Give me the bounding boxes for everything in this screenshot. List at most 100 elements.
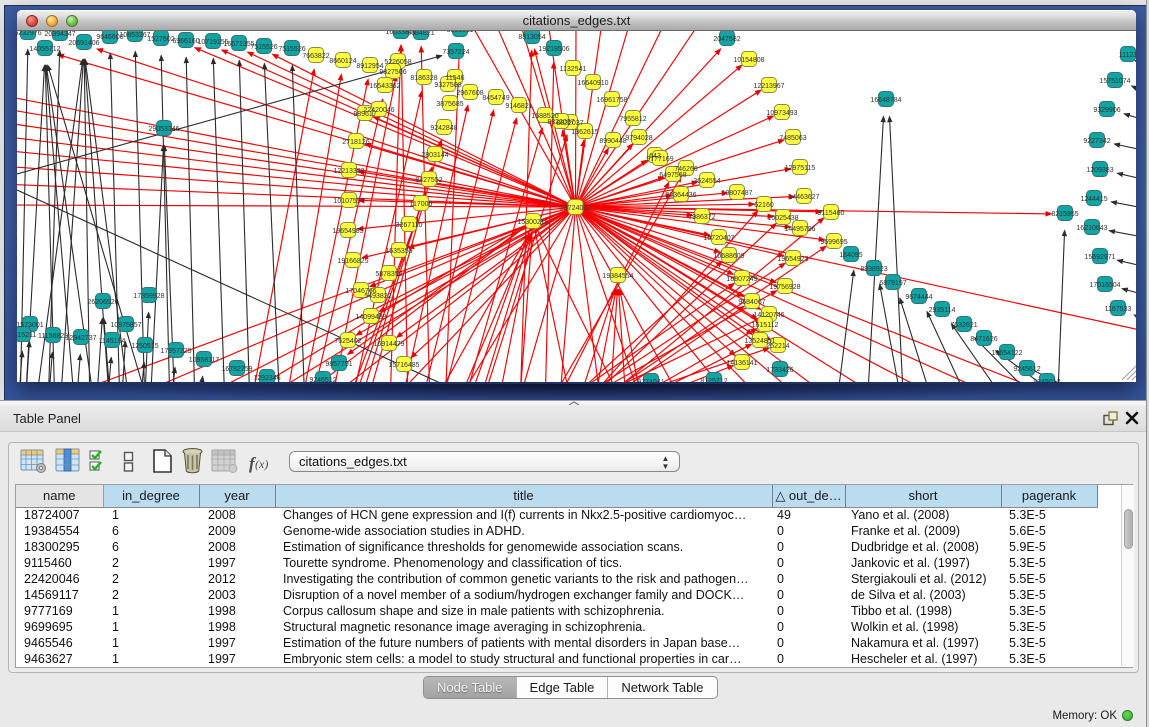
- svg-text:10853267: 10853267: [119, 32, 150, 39]
- svg-text:2047682: 2047682: [713, 36, 740, 43]
- svg-text:1250515: 1250515: [131, 343, 158, 350]
- svg-text:9245012: 9245012: [1033, 379, 1060, 382]
- svg-text:10807487: 10807487: [721, 190, 752, 197]
- svg-text:8938923: 8938923: [860, 266, 887, 273]
- svg-text:9794028: 9794028: [625, 135, 652, 142]
- svg-text:5493822: 5493822: [364, 293, 391, 300]
- svg-text:8660124: 8660124: [329, 58, 356, 65]
- svg-text:1167533: 1167533: [1105, 306, 1132, 313]
- svg-text:7485063: 7485063: [779, 135, 806, 142]
- svg-text:2718126: 2718126: [342, 139, 369, 146]
- svg-text:3624554: 3624554: [693, 178, 720, 185]
- svg-text:12213383: 12213383: [333, 168, 364, 175]
- svg-text:8125712: 8125712: [700, 378, 727, 382]
- svg-text:7515526: 7515526: [278, 46, 305, 53]
- svg-text:14120746: 14120746: [753, 312, 784, 319]
- svg-text:14463627: 14463627: [788, 194, 819, 201]
- svg-text:1615112: 1615112: [752, 322, 779, 329]
- svg-text:9857791: 9857791: [325, 361, 352, 368]
- svg-text:7986372: 7986372: [688, 214, 715, 221]
- svg-text:7515526: 7515526: [250, 44, 277, 51]
- svg-text:11156829: 11156829: [38, 333, 68, 340]
- svg-text:10025438: 10025438: [767, 215, 798, 222]
- svg-text:8454749: 8454749: [482, 95, 509, 102]
- svg-text:19384554: 19384554: [602, 273, 633, 280]
- svg-text:14099489: 14099489: [355, 314, 386, 321]
- svg-text:12213967: 12213967: [753, 83, 784, 90]
- svg-text:164095: 164095: [839, 252, 862, 259]
- svg-text:2967608: 2967608: [456, 90, 483, 97]
- svg-text:20691406: 20691406: [68, 40, 99, 47]
- svg-text:62160: 62160: [754, 202, 774, 209]
- svg-text:29053346: 29053346: [148, 126, 179, 133]
- svg-text:10688609: 10688609: [713, 253, 744, 260]
- svg-text:1535359: 1535359: [385, 248, 412, 255]
- svg-text:9245612: 9245612: [1013, 366, 1040, 373]
- svg-text:10973493: 10973493: [766, 110, 797, 117]
- svg-text:11123: 11123: [1119, 52, 1136, 59]
- svg-text:3875685: 3875685: [436, 101, 463, 108]
- svg-text:9684067: 9684067: [738, 299, 765, 306]
- svg-text:14136141: 14136141: [726, 360, 757, 367]
- svg-text:989617: 989617: [353, 111, 376, 118]
- svg-text:16543362: 16543362: [369, 83, 400, 90]
- svg-text:9327508: 9327508: [434, 82, 461, 89]
- svg-text:9115460: 9115460: [818, 210, 845, 217]
- svg-text:8990448: 8990448: [599, 138, 626, 145]
- svg-text:1733426: 1733426: [766, 367, 793, 374]
- svg-text:9227342: 9227342: [1083, 138, 1110, 145]
- svg-text:252214: 252214: [766, 343, 789, 350]
- svg-text:9146821: 9146821: [505, 103, 532, 110]
- svg-text:8881511: 8881511: [447, 31, 474, 34]
- svg-text:7663822: 7663822: [302, 53, 329, 60]
- svg-text:10975857: 10975857: [110, 322, 141, 329]
- svg-text:7357224: 7357224: [442, 49, 469, 56]
- svg-text:16210643: 16210643: [1076, 225, 1107, 232]
- svg-text:18724007: 18724007: [560, 205, 591, 212]
- svg-text:19654985: 19654985: [332, 228, 363, 235]
- svg-text:(x): (x): [255, 457, 268, 471]
- svg-text:8322037: 8322037: [547, 119, 574, 126]
- svg-text:15716485: 15716485: [388, 362, 419, 369]
- svg-text:1145194: 1145194: [99, 338, 126, 345]
- svg-text:10654122: 10654122: [991, 350, 1022, 357]
- svg-text:6966160: 6966160: [172, 38, 199, 45]
- svg-text:8813054: 8813054: [518, 34, 545, 41]
- svg-text:10107554: 10107554: [333, 198, 364, 205]
- svg-text:9634821: 9634821: [407, 31, 434, 37]
- svg-text:6497568: 6497568: [659, 172, 686, 179]
- svg-text:9699695: 9699695: [820, 239, 847, 246]
- svg-text:19756928: 19756928: [769, 284, 800, 291]
- svg-text:19166825: 19166825: [337, 258, 368, 265]
- svg-text:8186328: 8186328: [410, 75, 437, 82]
- svg-text:9827506: 9827506: [379, 69, 406, 76]
- svg-text:2803144: 2803144: [421, 152, 448, 159]
- svg-text:5878352: 5878352: [375, 271, 402, 278]
- svg-text:9777169: 9777169: [646, 156, 673, 163]
- svg-text:18807249: 18807249: [726, 276, 757, 283]
- svg-text:746266: 746266: [674, 166, 697, 173]
- svg-text:6232976: 6232976: [17, 31, 42, 37]
- svg-text:117006: 117006: [410, 201, 433, 208]
- svg-text:16914479: 16914479: [373, 341, 404, 348]
- svg-text:1573001: 1573001: [17, 322, 44, 329]
- svg-text:19654923: 19654923: [777, 256, 808, 263]
- svg-text:1527602: 1527602: [147, 36, 174, 43]
- svg-text:16640910: 16640910: [577, 80, 608, 87]
- svg-text:1362615: 1362615: [571, 129, 598, 136]
- svg-text:1292346: 1292346: [253, 375, 280, 382]
- svg-text:19218506: 19218506: [538, 46, 569, 53]
- svg-text:7632621: 7632621: [950, 322, 977, 329]
- svg-text:14495796: 14495796: [784, 226, 815, 233]
- svg-text:7955812: 7955812: [619, 116, 646, 123]
- svg-text:1244415: 1244415: [1080, 196, 1107, 203]
- svg-text:12975115: 12975115: [785, 165, 816, 172]
- svg-text:20364436: 20364436: [665, 192, 696, 199]
- svg-text:1209383: 1209383: [1086, 167, 1113, 174]
- svg-text:8427552: 8427552: [415, 177, 442, 184]
- svg-text:6879197: 6879197: [879, 280, 906, 287]
- svg-text:9774041: 9774041: [637, 379, 664, 382]
- svg-text:15720407: 15720407: [703, 235, 734, 242]
- svg-text:16782759: 16782759: [221, 366, 252, 373]
- svg-text:1132541: 1132541: [560, 66, 587, 73]
